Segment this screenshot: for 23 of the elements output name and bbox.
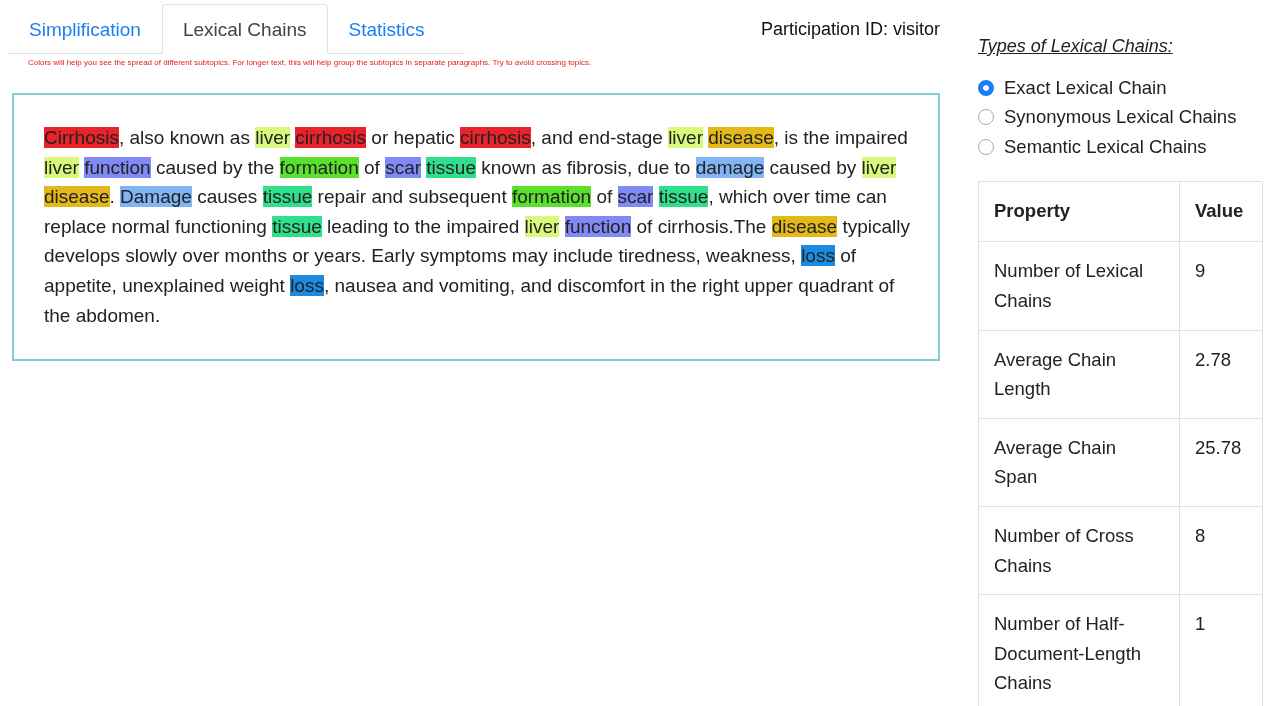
tab[interactable]: Lexical Chains xyxy=(161,4,328,54)
table-cell: Average Chain Length xyxy=(978,330,1180,419)
participation-id: Participation ID: visitor xyxy=(760,18,940,40)
table-cell: 25.78 xyxy=(1179,418,1263,507)
radio-label[interactable]: Synonymous Lexical Chains xyxy=(1004,106,1237,129)
table-cell: Number of Half-Document-Length Chains xyxy=(978,594,1180,706)
tab[interactable]: Statistics xyxy=(327,4,446,54)
table-cell: 9 xyxy=(1179,241,1263,331)
column-header: Value xyxy=(1179,181,1263,242)
radio-label[interactable]: Exact Lexical Chain xyxy=(1004,76,1167,99)
hint-text: Colors will help you see the spread of different subtopics. For longer text, this will help group the subtopics in separate paragraphs. Try to avoid crossing topics. xyxy=(28,58,592,68)
table-cell: Average Chain Span xyxy=(978,418,1180,507)
radio-label[interactable]: Semantic Lexical Chains xyxy=(1004,136,1207,158)
chain-types-title: Types of Lexical Chains: xyxy=(978,36,1174,57)
table-cell: 2.78 xyxy=(1179,330,1263,419)
tab[interactable]: Simplification xyxy=(8,4,162,54)
table-cell: Number of Lexical Chains xyxy=(978,241,1180,331)
column-header: Property xyxy=(978,181,1180,242)
radio-button[interactable] xyxy=(978,109,994,126)
table-cell: Number of Cross Chains xyxy=(978,506,1180,595)
radio-button[interactable] xyxy=(978,79,994,96)
radio-button[interactable] xyxy=(978,139,994,155)
table-cell: 8 xyxy=(1179,506,1263,595)
